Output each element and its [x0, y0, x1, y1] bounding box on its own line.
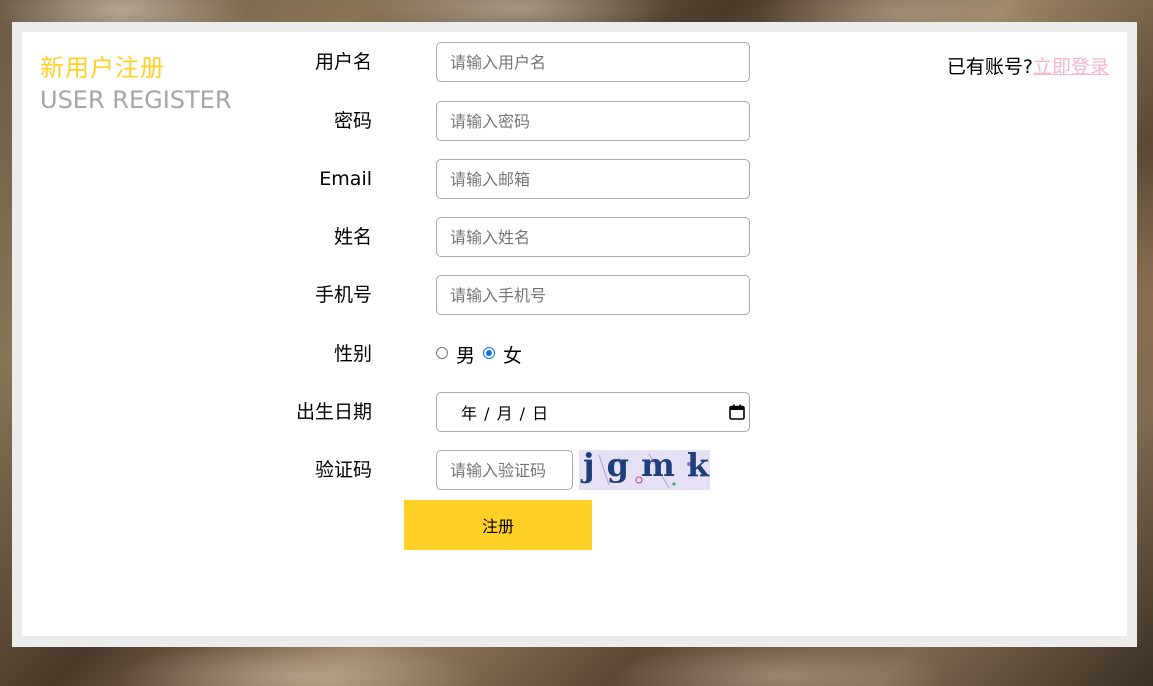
- name-row: 姓名: [22, 217, 782, 257]
- gender-label: 性别: [333, 343, 372, 365]
- calendar-icon[interactable]: [729, 404, 745, 420]
- phone-input[interactable]: [436, 275, 750, 315]
- gender-row: 性别 男 女: [22, 334, 782, 374]
- username-label: 用户名: [314, 51, 372, 73]
- name-label: 姓名: [333, 226, 372, 248]
- login-hint: 已有账号?立即登录: [947, 52, 1109, 79]
- captcha-label: 验证码: [314, 459, 372, 481]
- email-row: Email: [22, 159, 782, 199]
- gender-female-radio[interactable]: [483, 347, 496, 359]
- gender-female-label[interactable]: 女: [503, 341, 522, 368]
- birthday-date-display: 年 / 月 / 日: [461, 404, 550, 423]
- phone-label: 手机号: [314, 284, 372, 306]
- username-row: 用户名: [22, 42, 782, 82]
- phone-row: 手机号: [22, 275, 782, 315]
- password-input[interactable]: [436, 101, 750, 141]
- register-panel: 新用户注册 USER REGISTER 已有账号?立即登录 用户名 密码 Ema…: [22, 32, 1127, 636]
- username-input[interactable]: [436, 42, 750, 82]
- password-label: 密码: [333, 110, 372, 132]
- name-input[interactable]: [436, 217, 750, 257]
- login-hint-text: 已有账号?: [946, 56, 1033, 78]
- email-input[interactable]: [436, 159, 750, 199]
- birthday-date-input[interactable]: 年 / 月 / 日: [436, 392, 750, 432]
- password-row: 密码: [22, 101, 782, 141]
- birthday-label: 出生日期: [295, 401, 372, 423]
- captcha-input[interactable]: [436, 450, 573, 490]
- register-button[interactable]: 注册: [404, 500, 592, 550]
- captcha-row: 验证码 jgmkj: [22, 450, 782, 490]
- birthday-row: 出生日期 年 / 月 / 日: [22, 392, 782, 432]
- login-link[interactable]: 立即登录: [1033, 56, 1109, 78]
- gender-male-label[interactable]: 男: [456, 341, 475, 368]
- email-label: Email: [319, 168, 372, 190]
- gender-radio-group: 男 女: [436, 334, 530, 374]
- captcha-image[interactable]: jgmkj: [579, 450, 710, 490]
- gender-male-radio[interactable]: [436, 347, 448, 359]
- captcha-text: jgmkj: [583, 450, 710, 484]
